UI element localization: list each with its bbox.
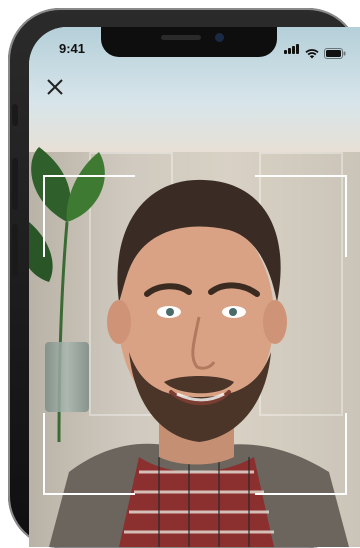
- volume-up-button: [12, 158, 18, 210]
- frame-corner-bottom-left: [43, 413, 135, 495]
- close-button[interactable]: [43, 75, 67, 99]
- front-camera: [215, 33, 224, 42]
- frame-corner-top-right: [255, 175, 347, 257]
- notch: [101, 27, 277, 57]
- status-icons: [284, 41, 346, 59]
- face-detection-frame: [43, 175, 347, 495]
- frame-corner-top-left: [43, 175, 135, 257]
- battery-icon: [324, 48, 346, 59]
- cellular-signal-icon: [284, 41, 300, 59]
- speaker-grille: [161, 35, 201, 40]
- mute-switch: [12, 104, 18, 126]
- volume-down-button: [12, 224, 18, 276]
- wifi-icon: [305, 49, 319, 59]
- status-time: 9:41: [59, 41, 86, 56]
- close-icon: [47, 79, 63, 95]
- phone-screen: 9:41: [29, 27, 360, 547]
- frame-corner-bottom-right: [255, 413, 347, 495]
